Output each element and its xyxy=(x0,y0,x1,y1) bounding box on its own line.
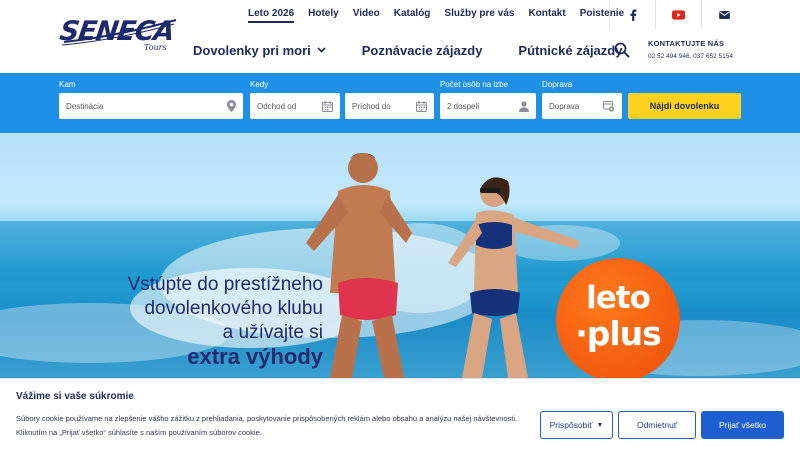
hero-line-4: extra výhody xyxy=(187,344,323,369)
top-nav-video[interactable]: Video xyxy=(353,8,380,19)
cookie-consent-banner: Vážime si vaše súkromie Súbory cookie po… xyxy=(0,378,800,450)
badge-line-2: ·plus xyxy=(575,314,662,353)
top-nav-sluzby[interactable]: Služby pre vás xyxy=(444,8,514,19)
hero-banner[interactable]: Vstúpte do prestížneho dovolenkového klu… xyxy=(0,133,800,378)
calendar-icon xyxy=(416,100,427,112)
departure-date-field[interactable]: Odchod od xyxy=(250,93,340,119)
transport-label: Doprava xyxy=(542,80,573,89)
logo-subtitle: Tours xyxy=(144,43,167,52)
calendar-icon xyxy=(322,100,333,112)
map-pin-icon xyxy=(227,100,236,112)
chevron-down-icon xyxy=(317,47,326,53)
main-nav-dovolenky[interactable]: Dovolenky pri mori xyxy=(193,43,326,58)
find-holiday-button[interactable]: Nájdi dovolenku xyxy=(628,93,741,119)
person-icon xyxy=(519,100,529,112)
transport-placeholder: Doprava xyxy=(549,101,580,111)
cookie-title: Vážime si vaše súkromie xyxy=(16,391,134,402)
hero-line-3: a užívajte si xyxy=(222,322,323,343)
transport-icon xyxy=(603,100,615,112)
seneca-logo[interactable]: SENECA Tours xyxy=(58,14,180,54)
return-placeholder: Príchod do xyxy=(352,101,391,111)
contact-block: KONTAKTUJTE NÁS 02 52 494 946, 037 652 5… xyxy=(648,39,733,60)
search-icon[interactable] xyxy=(614,42,630,58)
holiday-search-bar: Kam Destinácia Kedy Odchod od Príchod do… xyxy=(0,73,800,133)
hero-line-2: dovolenkového klubu xyxy=(144,298,323,319)
customize-button-label: Prispôsobiť xyxy=(549,420,593,430)
youtube-icon[interactable] xyxy=(655,0,701,29)
contact-title: KONTAKTUJTE NÁS xyxy=(648,39,725,48)
hero-headline: Vstúpte do prestížneho dovolenkového klu… xyxy=(105,273,323,369)
top-nav-hotely[interactable]: Hotely xyxy=(308,8,339,19)
hero-line-1: Vstúpte do prestížneho xyxy=(127,274,323,295)
leto-plus-badge: leto ·plus xyxy=(556,258,680,378)
customize-button[interactable]: Prispôsobiť ▼ xyxy=(540,411,613,439)
destination-placeholder: Destinácia xyxy=(66,101,104,111)
return-date-field[interactable]: Príchod do xyxy=(345,93,434,119)
top-nav-katalog[interactable]: Katalóg xyxy=(394,8,431,19)
main-nav-dovolenky-label: Dovolenky pri mori xyxy=(193,42,311,58)
transport-field[interactable]: Doprava xyxy=(542,93,622,119)
top-nav: Leto 2026 Hotely Video Katalóg Služby pr… xyxy=(248,0,638,27)
date-label: Kedy xyxy=(250,80,269,89)
main-nav-poznavacie[interactable]: Poznávacie zájazdy xyxy=(362,43,483,58)
persons-placeholder: 2 dospelí xyxy=(447,101,480,111)
contact-phones[interactable]: 02 52 494 946, 037 652 5154 xyxy=(648,53,733,60)
caret-down-icon: ▼ xyxy=(596,421,604,429)
badge-line-1: leto xyxy=(586,280,651,316)
facebook-icon[interactable] xyxy=(609,0,655,29)
social-links xyxy=(609,0,747,29)
main-nav-putnicke[interactable]: Pútnické zájazdy xyxy=(518,43,622,58)
mail-icon[interactable] xyxy=(701,0,747,29)
persons-label: Počet osôb na izbe xyxy=(440,80,509,89)
top-nav-leto-2026[interactable]: Leto 2026 xyxy=(248,8,295,23)
top-nav-kontakt[interactable]: Kontakt xyxy=(528,8,565,19)
reject-button[interactable]: Odmietnuť xyxy=(618,411,696,439)
persons-field[interactable]: 2 dospelí xyxy=(440,93,536,119)
destination-field[interactable]: Destinácia xyxy=(59,93,243,119)
main-nav: Dovolenky pri mori Poznávacie zájazdy Pú… xyxy=(193,40,622,60)
cookie-text: Súbory cookie používame na zlepšenie váš… xyxy=(16,414,518,437)
site-header: SENECA Tours Leto 2026 Hotely Video Kata… xyxy=(0,0,800,73)
destination-label: Kam xyxy=(59,80,76,89)
departure-placeholder: Odchod od xyxy=(257,101,297,111)
accept-all-button[interactable]: Prijať všetko xyxy=(701,411,784,439)
